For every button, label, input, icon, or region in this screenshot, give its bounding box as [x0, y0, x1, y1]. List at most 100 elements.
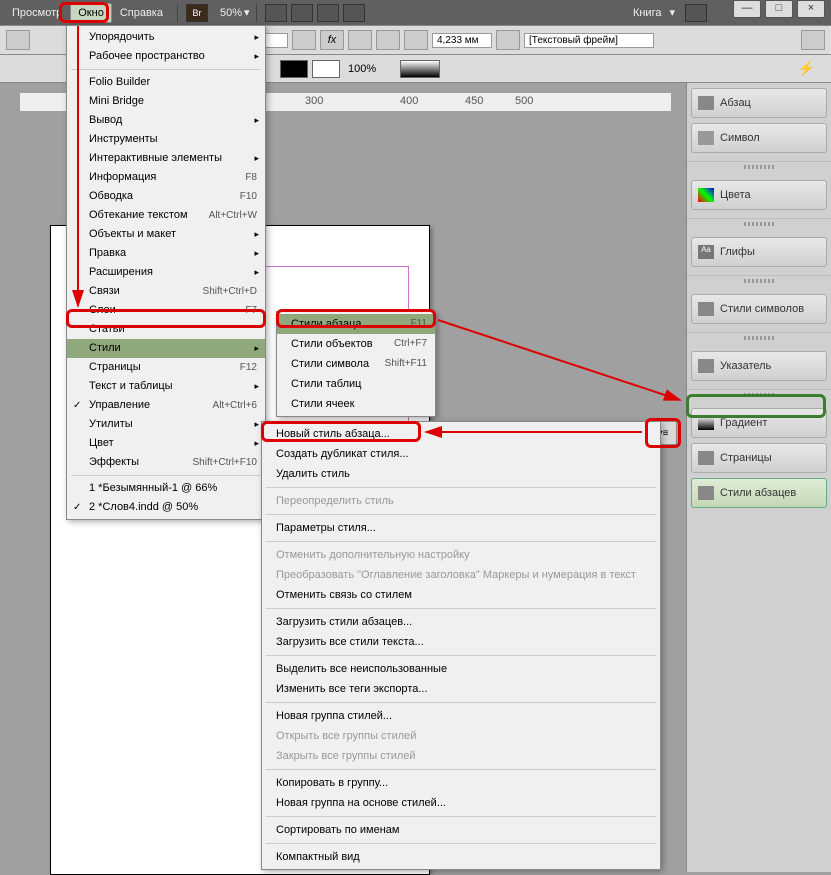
menu-articles[interactable]: Статьи	[67, 320, 265, 339]
menu-help[interactable]: Справка	[112, 3, 171, 23]
menu-arrange[interactable]: Упорядочить	[67, 28, 265, 47]
menu-edit[interactable]: Правка	[67, 244, 265, 263]
frame-type-field[interactable]: [Текстовый фрейм]	[524, 33, 654, 48]
submenu-cell-styles[interactable]: Стили ячеек	[277, 394, 435, 414]
menu-text-tables[interactable]: Текст и таблицы	[67, 377, 265, 396]
icon[interactable]	[801, 30, 825, 50]
flyout-new-style[interactable]: Новый стиль абзаца...	[262, 424, 660, 444]
menu-links[interactable]: СвязиShift+Ctrl+D	[67, 282, 265, 301]
pages-icon	[698, 451, 714, 465]
submenu-character-styles[interactable]: Стили символаShift+F11	[277, 354, 435, 374]
menu-output[interactable]: Вывод	[67, 111, 265, 130]
flyout-load-para[interactable]: Загрузить стили абзацев...	[262, 612, 660, 632]
panel-paragraph[interactable]: Абзац	[691, 88, 827, 118]
align-icon[interactable]	[376, 30, 400, 50]
menu-stroke[interactable]: ОбводкаF10	[67, 187, 265, 206]
menubar: Просмотр Окно Справка Br 50%▾ Книга▾ — □…	[0, 0, 831, 25]
menu-info[interactable]: ИнформацияF8	[67, 168, 265, 187]
menu-color[interactable]: Цвет	[67, 434, 265, 453]
submenu-object-styles[interactable]: Стили объектовCtrl+F7	[277, 334, 435, 354]
zoom-level[interactable]: 50%	[220, 7, 242, 19]
separator	[71, 475, 261, 476]
flyout-load-all[interactable]: Загрузить все стили текста...	[262, 632, 660, 652]
lightning-icon[interactable]: ⚡	[798, 60, 815, 77]
menu-doc1[interactable]: 1 *Безымянный-1 @ 66%	[67, 479, 265, 498]
menu-control[interactable]: УправлениеAlt+Ctrl+6	[67, 396, 265, 415]
layout-icon[interactable]	[343, 4, 365, 22]
ruler-tick: 300	[305, 95, 323, 107]
opacity-field[interactable]: 100%	[348, 63, 388, 75]
menu-effects[interactable]: ЭффектыShift+Ctrl+F10	[67, 453, 265, 472]
screen-mode-icon[interactable]	[291, 4, 313, 22]
flyout-edit-tags[interactable]: Изменить все теги экспорта...	[262, 679, 660, 699]
menu-utilities[interactable]: Утилиты	[67, 415, 265, 434]
menu-styles[interactable]: Стили	[67, 339, 265, 358]
panel-gap	[687, 389, 831, 403]
menu-layers[interactable]: СлоиF7	[67, 301, 265, 320]
separator	[266, 769, 656, 770]
menu-mini-bridge[interactable]: Mini Bridge	[67, 92, 265, 111]
panel-gradient[interactable]: Градиент	[691, 408, 827, 438]
ruler-tick: 400	[400, 95, 418, 107]
flyout-copy-to-group[interactable]: Копировать в группу...	[262, 773, 660, 793]
menu-pages[interactable]: СтраницыF12	[67, 358, 265, 377]
view-mode-icon[interactable]	[265, 4, 287, 22]
panel-pages[interactable]: Страницы	[691, 443, 827, 473]
flyout-select-unused[interactable]: Выделить все неиспользованные	[262, 659, 660, 679]
zoom-dropdown-icon[interactable]: ▾	[244, 6, 250, 19]
menu-interactive[interactable]: Интерактивные элементы	[67, 149, 265, 168]
menu-folio[interactable]: Folio Builder	[67, 73, 265, 92]
menu-window[interactable]: Окно	[70, 3, 112, 23]
flyout-delete[interactable]: Удалить стиль	[262, 464, 660, 484]
menu-extensions[interactable]: Расширения	[67, 263, 265, 282]
flyout-new-group[interactable]: Новая группа стилей...	[262, 706, 660, 726]
fx-icon[interactable]: fx	[320, 30, 344, 50]
flyout-compact[interactable]: Компактный вид	[262, 847, 660, 867]
menu-tools[interactable]: Инструменты	[67, 130, 265, 149]
para-styles-icon	[698, 486, 714, 500]
panel-glyphs[interactable]: AaГлифы	[691, 237, 827, 267]
paragraph-styles-flyout: Новый стиль абзаца... Создать дубликат с…	[261, 421, 661, 870]
minimize-button[interactable]: —	[733, 0, 761, 18]
menu-text-wrap[interactable]: Обтекание текстомAlt+Ctrl+W	[67, 206, 265, 225]
flyout-new-group-from[interactable]: Новая группа на основе стилей...	[262, 793, 660, 813]
align-icon[interactable]	[404, 30, 428, 50]
search-icon[interactable]	[685, 4, 707, 22]
align-icon[interactable]	[348, 30, 372, 50]
close-button[interactable]: ×	[797, 0, 825, 18]
panel-index[interactable]: Указатель	[691, 351, 827, 381]
menu-view[interactable]: Просмотр	[4, 3, 70, 23]
submenu-table-styles[interactable]: Стили таблиц	[277, 374, 435, 394]
menu-workspace[interactable]: Рабочее пространство	[67, 47, 265, 66]
menu-doc2[interactable]: 2 *Слов4.indd @ 50%	[67, 498, 265, 517]
separator	[266, 608, 656, 609]
panel-colors[interactable]: Цвета	[691, 180, 827, 210]
submenu-paragraph-styles[interactable]: Стили абзацаF11	[277, 314, 435, 334]
gradient-icon	[698, 416, 714, 430]
stroke-swatch[interactable]	[312, 60, 340, 78]
gradient-swatch[interactable]	[400, 60, 440, 78]
panel-paragraph-styles[interactable]: Стили абзацев	[691, 478, 827, 508]
separator	[266, 816, 656, 817]
panel-char-styles[interactable]: Стили символов	[691, 294, 827, 324]
frame-icon[interactable]	[496, 30, 520, 50]
icon[interactable]	[6, 30, 30, 50]
maximize-button[interactable]: □	[765, 0, 793, 18]
dim-field[interactable]: 4,233 мм	[432, 33, 492, 48]
separator	[177, 4, 178, 22]
menu-objects[interactable]: Объекты и макет	[67, 225, 265, 244]
panel-character[interactable]: Символ	[691, 123, 827, 153]
paragraph-icon	[698, 96, 714, 110]
arrange-icon[interactable]	[317, 4, 339, 22]
bridge-icon[interactable]: Br	[186, 4, 208, 22]
icon[interactable]	[292, 30, 316, 50]
book-label[interactable]: Книга	[633, 7, 662, 19]
flyout-duplicate[interactable]: Создать дубликат стиля...	[262, 444, 660, 464]
ruler-tick: 450	[465, 95, 483, 107]
flyout-sort[interactable]: Сортировать по именам	[262, 820, 660, 840]
flyout-options[interactable]: Параметры стиля...	[262, 518, 660, 538]
book-dropdown-icon[interactable]: ▾	[669, 6, 675, 19]
flyout-break-link[interactable]: Отменить связь со стилем	[262, 585, 660, 605]
flyout-clear-overrides: Отменить дополнительную настройку	[262, 545, 660, 565]
fill-swatch[interactable]	[280, 60, 308, 78]
